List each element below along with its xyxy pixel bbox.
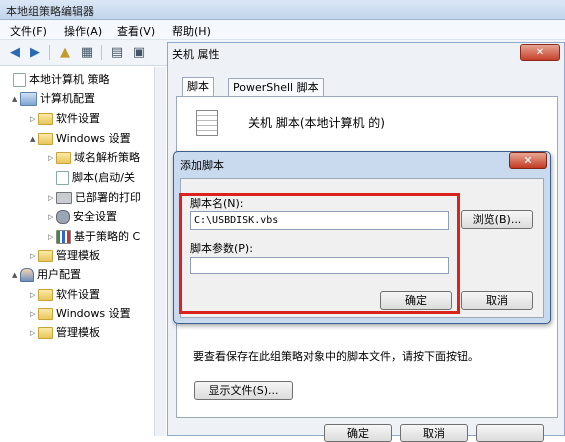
tree-item-label: 软件设置 <box>56 112 100 125</box>
highlight-box <box>179 193 460 314</box>
tree-item-label: 计算机配置 <box>40 92 95 105</box>
user-icon <box>20 268 34 282</box>
tree-item-label: Windows 设置 <box>56 132 131 145</box>
gear-icon <box>56 210 70 224</box>
tab-powershell-scripts[interactable]: PowerShell 脚本 <box>228 78 324 97</box>
expand-arrow-icon[interactable]: ▲ <box>12 266 20 284</box>
tree-item-software-settings[interactable]: ▷ 软件设置 <box>30 110 100 128</box>
tree-item-label: 已部署的打印 <box>75 191 141 204</box>
scripts-heading: 关机 脚本(本地计算机 的) <box>248 116 385 130</box>
properties-icon[interactable]: ▤ <box>108 44 126 61</box>
tree-item-user-admin-templates[interactable]: ▷ 管理模板 <box>30 324 100 342</box>
folder-icon <box>38 250 53 262</box>
dialog-close-icon[interactable]: ✕ <box>509 152 547 169</box>
forward-arrow-icon[interactable]: ▶ <box>26 44 44 61</box>
expand-arrow-icon[interactable]: ▷ <box>30 305 38 323</box>
tree-item-user-config[interactable]: ▲ 用户配置 <box>12 266 81 284</box>
folder-icon <box>38 327 53 339</box>
expand-arrow-icon[interactable]: ▷ <box>48 228 56 246</box>
expand-arrow-icon[interactable]: ▷ <box>30 286 38 304</box>
tree-item-label: 管理模板 <box>56 249 100 262</box>
tree-item-computer-config[interactable]: ▲ 计算机配置 <box>12 90 95 108</box>
close-icon[interactable]: ✕ <box>520 44 560 61</box>
tree-item-label: 脚本(启动/关 <box>72 171 135 184</box>
dialog-cancel-button[interactable]: 取消 <box>461 291 533 310</box>
expand-arrow-icon[interactable]: ▷ <box>30 324 38 342</box>
menu-bar: 文件(F) 操作(A) 查看(V) 帮助(H) <box>0 20 565 40</box>
tree-item-label: 软件设置 <box>56 288 100 301</box>
folder-icon <box>38 113 53 125</box>
tree-item-user-windows-settings[interactable]: ▷ Windows 设置 <box>30 305 131 323</box>
tree-item-admin-templates[interactable]: ▷ 管理模板 <box>30 247 100 265</box>
script-icon <box>56 171 69 185</box>
export-list-icon[interactable]: ▣ <box>130 44 148 61</box>
tree-item-deployed-printers[interactable]: ▷ 已部署的打印 <box>48 189 141 207</box>
title-bar: 本地组策略编辑器 <box>0 0 565 20</box>
expand-arrow-icon[interactable]: ▷ <box>48 208 56 226</box>
properties-apply-button[interactable] <box>476 424 544 442</box>
show-files-note: 要查看保存在此组策略对象中的脚本文件，请按下面按钮。 <box>193 350 479 363</box>
folder-icon <box>38 289 53 301</box>
expand-arrow-icon[interactable]: ▲ <box>30 130 38 148</box>
computer-icon <box>20 92 37 106</box>
toolbar-separator <box>101 45 102 60</box>
up-folder-icon[interactable]: ▲ <box>56 44 74 61</box>
dialog-title: 添加脚本 <box>180 159 224 172</box>
folder-icon <box>38 308 53 320</box>
expand-arrow-icon[interactable]: ▷ <box>30 110 38 128</box>
tree-item-local-computer-policy[interactable]: 本地计算机 策略 <box>5 71 110 89</box>
tree-scrollbar[interactable] <box>154 67 166 436</box>
tree-item-policy-based-qos[interactable]: ▷ 基于策略的 C <box>48 228 140 246</box>
properties-ok-button[interactable]: 确定 <box>324 424 392 442</box>
tree-item-label: 域名解析策略 <box>74 151 140 164</box>
chart-icon <box>56 230 71 244</box>
computer-policy-icon <box>13 73 26 87</box>
tree-item-label: 本地计算机 策略 <box>29 73 110 86</box>
tree-item-security-settings[interactable]: ▷ 安全设置 <box>48 208 117 226</box>
expand-arrow-icon[interactable]: ▷ <box>48 189 56 207</box>
tree-item-windows-settings[interactable]: ▲ Windows 设置 <box>30 130 131 148</box>
window-title: 本地组策略编辑器 <box>6 5 94 18</box>
toolbar-separator <box>49 45 50 60</box>
tab-scripts[interactable]: 脚本 <box>182 77 214 97</box>
menu-file[interactable]: 文件(F) <box>10 23 47 39</box>
expand-arrow-icon[interactable]: ▷ <box>48 149 56 167</box>
tree-item-label: 管理模板 <box>56 326 100 339</box>
tree-item-user-software-settings[interactable]: ▷ 软件设置 <box>30 286 100 304</box>
expand-arrow-icon[interactable]: ▷ <box>30 247 38 265</box>
menu-action[interactable]: 操作(A) <box>64 23 102 39</box>
menu-view[interactable]: 查看(V) <box>117 23 155 39</box>
browse-button[interactable]: 浏览(B)... <box>461 210 533 229</box>
tree-item-label: Windows 设置 <box>56 307 131 320</box>
tree-item-label: 基于策略的 C <box>74 230 141 243</box>
expand-arrow-icon[interactable]: ▲ <box>12 90 20 108</box>
tree-item-label: 安全设置 <box>73 210 117 223</box>
printer-icon <box>56 192 72 204</box>
properties-cancel-button[interactable]: 取消 <box>400 424 468 442</box>
folder-icon <box>38 133 53 145</box>
show-files-button[interactable]: 显示文件(S)... <box>194 381 293 400</box>
menu-help[interactable]: 帮助(H) <box>172 23 211 39</box>
show-tree-icon[interactable]: ▦ <box>78 44 96 61</box>
tree-item-scripts[interactable]: 脚本(启动/关 <box>48 169 135 187</box>
script-file-icon <box>196 110 218 136</box>
tree-item-label: 用户配置 <box>37 268 81 281</box>
folder-icon <box>56 152 71 164</box>
properties-title: 关机 属性 <box>172 48 220 61</box>
tree-item-name-resolution-policy[interactable]: ▷ 域名解析策略 <box>48 149 140 167</box>
policy-tree: 本地计算机 策略 ▲ 计算机配置 ▷ 软件设置 ▲ Windows 设置 ▷ 域名解析策… <box>0 67 158 436</box>
back-arrow-icon[interactable]: ◀ <box>6 44 24 61</box>
